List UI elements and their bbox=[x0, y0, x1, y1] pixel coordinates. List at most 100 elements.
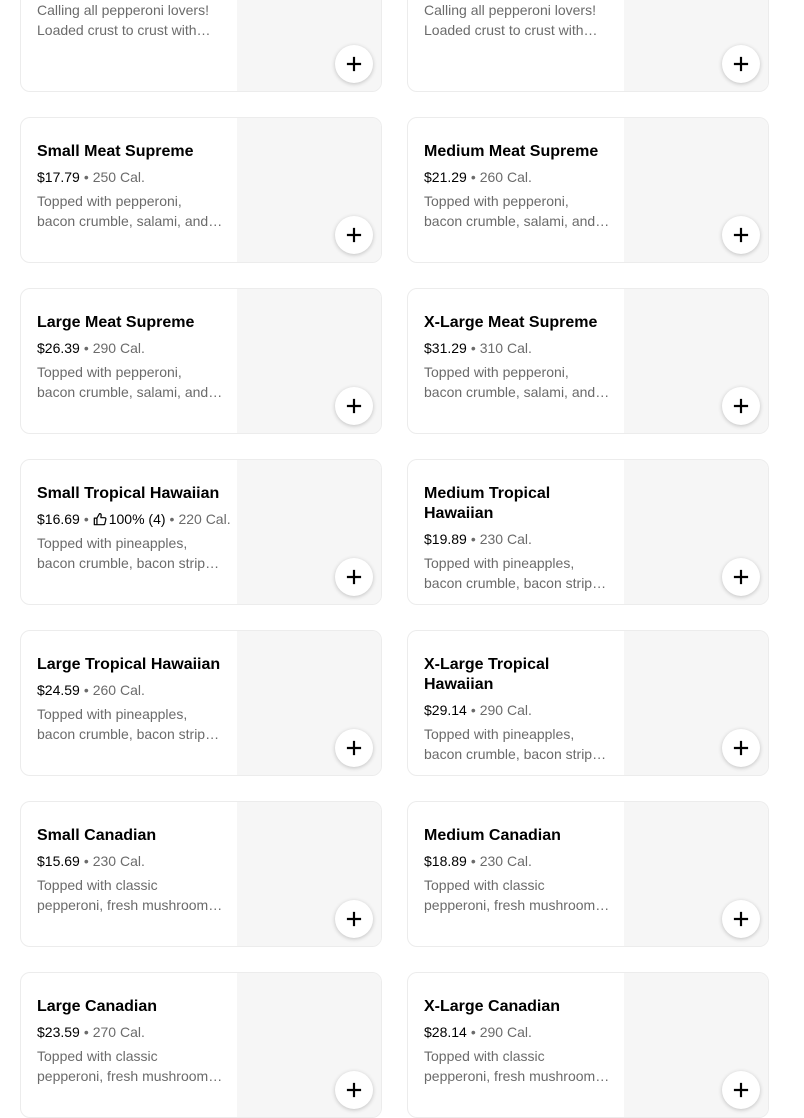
menu-item-card[interactable]: Large Canadian $23.59 • 270 Cal. Topped with… bbox=[20, 972, 382, 1118]
separator-dot: • bbox=[470, 340, 476, 356]
separator-dot: • bbox=[83, 340, 89, 356]
plus-icon bbox=[733, 398, 749, 414]
item-info: Small Canadian $15.69 • 230 Cal. Topped with… bbox=[37, 826, 223, 915]
item-calories: 250 Cal. bbox=[92, 169, 145, 185]
add-to-cart-button[interactable] bbox=[722, 558, 760, 596]
item-price: $28.14 bbox=[424, 1024, 467, 1040]
separator-dot: • bbox=[470, 702, 476, 718]
item-meta: $28.14 • 290 Cal. bbox=[424, 1022, 610, 1042]
add-to-cart-button[interactable] bbox=[335, 45, 373, 83]
item-info: X-Large Meat Supreme $31.29 • 310 Cal. Toppe… bbox=[424, 313, 610, 402]
item-name: Large Canadian bbox=[37, 998, 158, 1015]
item-price: $16.69 bbox=[37, 511, 80, 527]
add-to-cart-button[interactable] bbox=[722, 216, 760, 254]
menu-item-card[interactable]: Medium Tropical Hawaiian $19.89 • 230 Cal. T… bbox=[407, 459, 769, 605]
item-info: Medium Meat Supreme $21.29 • 260 Cal. Topped… bbox=[424, 142, 610, 231]
menu-item-card[interactable]: X-Large Meat Supreme $31.29 • 310 Cal. Toppe… bbox=[407, 288, 769, 434]
item-name: Medium Meat Supreme bbox=[424, 143, 599, 160]
item-calories: 290 Cal. bbox=[92, 340, 145, 356]
menu-item-card[interactable]: Large Meat Supreme $26.39 • 290 Cal. Topped … bbox=[20, 288, 382, 434]
add-to-cart-button[interactable] bbox=[722, 45, 760, 83]
plus-icon bbox=[733, 1082, 749, 1098]
menu-item-card[interactable]: Small Canadian $15.69 • 230 Cal. Topped with… bbox=[20, 801, 382, 947]
item-rating: 100% (4) bbox=[108, 511, 166, 527]
item-calories: 230 Cal. bbox=[92, 853, 145, 869]
item-description: Topped with pineapples, bacon crumble, b… bbox=[37, 706, 213, 742]
item-price: $15.69 bbox=[37, 853, 80, 869]
menu-item-card[interactable]: X-Large Canadian $28.14 • 290 Cal. Topped wi… bbox=[407, 972, 769, 1118]
plus-icon bbox=[346, 740, 362, 756]
item-meta: $21.29 • 260 Cal. bbox=[424, 167, 610, 187]
item-name: Large Tropical Hawaiian bbox=[37, 656, 221, 673]
item-info: Medium Canadian $18.89 • 230 Cal. Topped wit… bbox=[424, 826, 610, 915]
add-to-cart-button[interactable] bbox=[335, 387, 373, 425]
separator-dot: • bbox=[470, 853, 476, 869]
separator-dot: • bbox=[470, 169, 476, 185]
menu-item-card[interactable]: Large Tropical Hawaiian $24.59 • 260 Cal. To… bbox=[20, 630, 382, 776]
add-to-cart-button[interactable] bbox=[335, 729, 373, 767]
item-meta: $23.59 • 270 Cal. bbox=[37, 1022, 223, 1042]
item-info: X-Large Canadian $28.14 • 290 Cal. Topped wi… bbox=[424, 997, 610, 1086]
item-info: Large Meat Supreme $26.39 • 290 Cal. Topped … bbox=[37, 313, 223, 402]
plus-icon bbox=[346, 569, 362, 585]
add-to-cart-button[interactable] bbox=[335, 1071, 373, 1109]
item-meta: $15.69 • 230 Cal. bbox=[37, 851, 223, 871]
menu-item-card[interactable]: $19.39•270 Cal.Calling all pepperoni lov… bbox=[20, 0, 382, 92]
item-info: Small Tropical Hawaiian $16.69 • 100% (4) • 2… bbox=[37, 484, 231, 573]
item-description: Topped with pepperoni, bacon crumble, sa… bbox=[424, 193, 596, 229]
item-calories: 230 Cal. bbox=[479, 531, 532, 547]
item-name: Small Tropical Hawaiian bbox=[37, 485, 220, 502]
menu-item-card[interactable]: $23.42•300 Cal.Calling all pepperoni lov… bbox=[407, 0, 769, 92]
menu-item-card[interactable]: Small Meat Supreme $17.79 • 250 Cal. Topped … bbox=[20, 117, 382, 263]
separator-dot: • bbox=[470, 531, 476, 547]
plus-icon bbox=[733, 911, 749, 927]
item-calories: 310 Cal. bbox=[479, 340, 532, 356]
item-description: Topped with pineapples, bacon crumble, b… bbox=[424, 726, 600, 762]
thumbs-up-icon bbox=[93, 512, 107, 526]
separator-dot: • bbox=[83, 682, 89, 698]
item-calories: 230 Cal. bbox=[479, 853, 532, 869]
menu-item-card[interactable]: Small Tropical Hawaiian $16.69 • 100% (4) • 2… bbox=[20, 459, 382, 605]
item-description: Topped with classic pepperoni, fresh mus… bbox=[424, 1048, 603, 1084]
add-to-cart-button[interactable] bbox=[722, 729, 760, 767]
separator-dot: • bbox=[83, 169, 89, 185]
item-name: Medium Canadian bbox=[424, 827, 561, 844]
item-name: Medium Tropical Hawaiian bbox=[424, 485, 551, 522]
item-name: Small Meat Supreme bbox=[37, 143, 194, 160]
item-description: Topped with pepperoni, bacon crumble, sa… bbox=[37, 364, 209, 400]
add-to-cart-button[interactable] bbox=[722, 900, 760, 938]
menu-item-card[interactable]: Medium Canadian $18.89 • 230 Cal. Topped wit… bbox=[407, 801, 769, 947]
menu-item-card[interactable]: Medium Meat Supreme $21.29 • 260 Cal. Topped… bbox=[407, 117, 769, 263]
item-description: Topped with pepperoni, bacon crumble, sa… bbox=[424, 364, 596, 400]
item-price: $17.79 bbox=[37, 169, 80, 185]
plus-icon bbox=[733, 569, 749, 585]
item-calories: 220 Cal. bbox=[178, 511, 231, 527]
item-meta: $18.89 • 230 Cal. bbox=[424, 851, 610, 871]
item-meta: $24.59 • 260 Cal. bbox=[37, 680, 223, 700]
separator-dot: • bbox=[83, 853, 89, 869]
item-price: $29.14 bbox=[424, 702, 467, 718]
add-to-cart-button[interactable] bbox=[722, 387, 760, 425]
item-description: Topped with classic pepperoni, fresh mus… bbox=[37, 1048, 216, 1084]
plus-icon bbox=[733, 227, 749, 243]
menu-item-card[interactable]: X-Large Tropical Hawaiian $29.14 • 290 Cal.… bbox=[407, 630, 769, 776]
separator-dot: • bbox=[83, 1024, 89, 1040]
item-price: $18.89 bbox=[424, 853, 467, 869]
item-price: $31.29 bbox=[424, 340, 467, 356]
separator-dot: • bbox=[470, 1024, 476, 1040]
plus-icon bbox=[346, 56, 362, 72]
item-price: $21.29 bbox=[424, 169, 467, 185]
item-description: Topped with pepperoni, bacon crumble, sa… bbox=[37, 193, 209, 229]
plus-icon bbox=[346, 911, 362, 927]
item-info: Large Tropical Hawaiian $24.59 • 260 Cal. To… bbox=[37, 655, 223, 744]
item-meta: $16.69 • 100% (4) • 220 Cal. bbox=[37, 509, 231, 529]
item-info: Medium Tropical Hawaiian $19.89 • 230 Cal. T… bbox=[424, 484, 610, 593]
add-to-cart-button[interactable] bbox=[335, 558, 373, 596]
plus-icon bbox=[733, 56, 749, 72]
item-meta: $26.39 • 290 Cal. bbox=[37, 338, 223, 358]
menu-item-grid: $19.39•270 Cal.Calling all pepperoni lov… bbox=[0, 0, 804, 1118]
add-to-cart-button[interactable] bbox=[335, 900, 373, 938]
add-to-cart-button[interactable] bbox=[722, 1071, 760, 1109]
add-to-cart-button[interactable] bbox=[335, 216, 373, 254]
item-price: $19.89 bbox=[424, 531, 467, 547]
